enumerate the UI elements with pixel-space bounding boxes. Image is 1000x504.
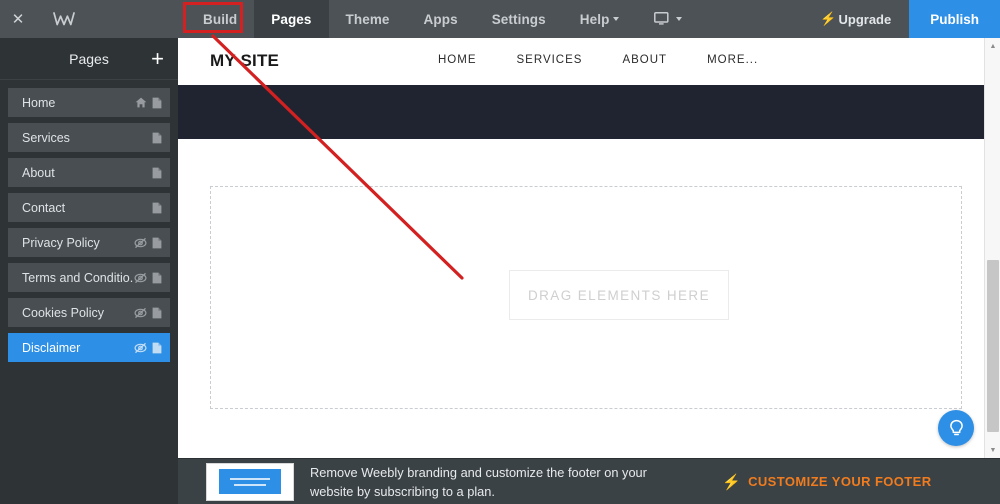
page-icons xyxy=(152,202,162,214)
weebly-editor-window: ✕ Build Pages Theme Apps Settings Help ⚡… xyxy=(0,0,1000,504)
hidden-eye-icon xyxy=(134,237,147,248)
top-bar-right: ⚡ Upgrade Publish xyxy=(820,0,1000,38)
sidebar-item-services[interactable]: Services xyxy=(8,123,170,152)
scroll-up-icon[interactable]: ▲ xyxy=(985,38,1000,54)
footer-preview-thumbnail-icon xyxy=(206,462,294,501)
page-icon xyxy=(152,237,162,248)
device-preview-selector[interactable] xyxy=(636,0,696,38)
site-canvas: MY SITE HOME SERVICES ABOUT MORE... DRAG… xyxy=(178,38,984,458)
canvas-scrollbar[interactable]: ▲ ▼ xyxy=(984,38,1000,458)
footer-sidebar-filler xyxy=(0,458,178,504)
sidebar-item-about[interactable]: About xyxy=(8,158,170,187)
customize-footer-button[interactable]: ⚡ CUSTOMIZE YOUR FOOTER xyxy=(722,473,932,491)
page-icons xyxy=(152,132,162,144)
weebly-logo-icon[interactable] xyxy=(36,0,92,38)
scrollbar-thumb[interactable] xyxy=(987,260,999,432)
bolt-icon: ⚡ xyxy=(820,11,837,26)
footer-upsell-message: Remove Weebly branding and customize the… xyxy=(310,464,647,499)
page-label: Disclaimer xyxy=(22,340,81,355)
tab-help[interactable]: Help xyxy=(563,0,637,38)
lightbulb-icon xyxy=(949,419,963,435)
page-label: Home xyxy=(22,95,56,110)
page-label: Terms and Conditio... xyxy=(22,270,134,285)
page-icon xyxy=(152,307,162,318)
pages-sidebar-header: Pages + xyxy=(0,38,178,80)
drag-elements-placeholder[interactable]: DRAG ELEMENTS HERE xyxy=(509,270,729,320)
monitor-icon xyxy=(654,12,669,25)
thumbnail-line xyxy=(234,483,266,486)
drag-elements-label: DRAG ELEMENTS HERE xyxy=(528,287,710,303)
sidebar-item-cookies-policy[interactable]: Cookies Policy xyxy=(8,298,170,327)
tab-apps[interactable]: Apps xyxy=(407,0,475,38)
tab-settings[interactable]: Settings xyxy=(475,0,563,38)
footer-thumbnail-inner xyxy=(219,469,281,494)
site-nav: HOME SERVICES ABOUT MORE... xyxy=(438,54,758,66)
element-dropzone[interactable]: DRAG ELEMENTS HERE xyxy=(210,186,962,409)
site-nav-item-about[interactable]: ABOUT xyxy=(622,54,667,66)
chevron-down-icon xyxy=(676,17,683,21)
site-nav-item-services[interactable]: SERVICES xyxy=(517,54,583,66)
page-label: Cookies Policy xyxy=(22,305,104,320)
home-icon xyxy=(135,97,147,108)
thumbnail-line xyxy=(230,477,270,480)
chevron-down-icon xyxy=(613,17,620,21)
tab-build[interactable]: Build xyxy=(186,0,254,38)
tab-help-label: Help xyxy=(579,11,610,27)
site-nav-item-more[interactable]: MORE... xyxy=(707,54,758,66)
page-body: DRAG ELEMENTS HERE xyxy=(178,139,984,458)
tab-pages[interactable]: Pages xyxy=(254,0,329,38)
page-icons xyxy=(134,272,162,284)
page-icons xyxy=(134,307,162,319)
hidden-eye-icon xyxy=(134,307,147,318)
customize-footer-label: CUSTOMIZE YOUR FOOTER xyxy=(748,474,932,489)
page-icons xyxy=(135,97,162,109)
help-lightbulb-button[interactable] xyxy=(938,410,974,446)
pages-sidebar: Pages + Home Services About Contact Priv… xyxy=(0,38,178,504)
sidebar-item-disclaimer[interactable]: Disclaimer xyxy=(8,333,170,362)
site-logo[interactable]: MY SITE xyxy=(210,51,279,71)
top-nav: Build Pages Theme Apps Settings Help xyxy=(186,0,696,38)
hidden-eye-icon xyxy=(134,342,147,353)
pages-title: Pages xyxy=(69,50,109,67)
add-page-button[interactable]: + xyxy=(151,47,164,70)
page-icon xyxy=(152,272,162,283)
page-icons xyxy=(134,237,162,249)
site-header: MY SITE HOME SERVICES ABOUT MORE... xyxy=(178,38,984,85)
sidebar-item-terms-and-conditions[interactable]: Terms and Conditio... xyxy=(8,263,170,292)
sidebar-item-privacy-policy[interactable]: Privacy Policy xyxy=(8,228,170,257)
scroll-down-icon[interactable]: ▼ xyxy=(985,442,1000,458)
bolt-icon: ⚡ xyxy=(722,473,742,491)
footer-upsell-banner: Remove Weebly branding and customize the… xyxy=(178,458,1000,504)
sidebar-item-contact[interactable]: Contact xyxy=(8,193,170,222)
top-toolbar: ✕ Build Pages Theme Apps Settings Help ⚡… xyxy=(0,0,1000,38)
upgrade-button[interactable]: ⚡ Upgrade xyxy=(820,11,909,27)
tab-theme[interactable]: Theme xyxy=(329,0,407,38)
page-label: Contact xyxy=(22,200,66,215)
page-icon xyxy=(152,202,162,213)
page-icon xyxy=(152,167,162,178)
page-icon xyxy=(152,97,162,108)
sidebar-item-home[interactable]: Home xyxy=(8,88,170,117)
page-label: About xyxy=(22,165,55,180)
publish-button[interactable]: Publish xyxy=(909,0,1000,38)
hero-banner xyxy=(178,85,984,139)
hidden-eye-icon xyxy=(134,272,147,283)
page-label: Services xyxy=(22,130,70,145)
page-icon xyxy=(152,132,162,143)
page-icons xyxy=(134,342,162,354)
page-icon xyxy=(152,342,162,353)
pages-list: Home Services About Contact Privacy Poli… xyxy=(0,80,178,362)
close-icon[interactable]: ✕ xyxy=(0,0,36,38)
page-icons xyxy=(152,167,162,179)
page-label: Privacy Policy xyxy=(22,235,100,250)
upgrade-label: Upgrade xyxy=(838,11,892,27)
site-nav-item-home[interactable]: HOME xyxy=(438,54,477,66)
